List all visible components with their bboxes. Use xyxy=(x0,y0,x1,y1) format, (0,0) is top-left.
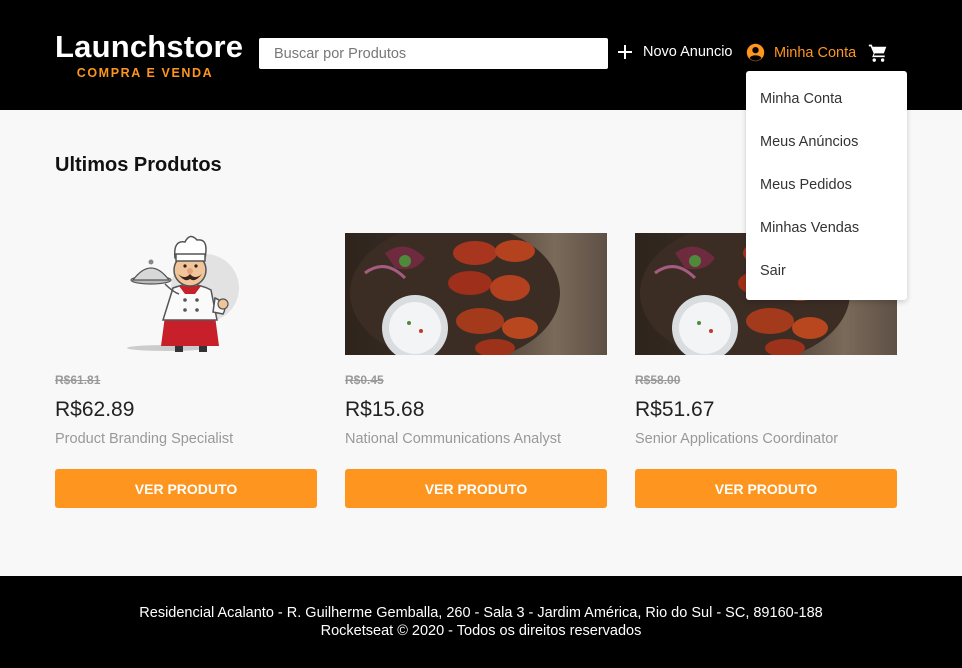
section-title: Ultimos Produtos xyxy=(55,154,222,176)
product-name[interactable]: Senior Applications Coordinator xyxy=(635,431,897,447)
logo-subtitle: COMPRA E VENDA xyxy=(76,66,214,80)
old-price: R$58.00 xyxy=(635,373,681,387)
account-dropdown: Minha Conta Meus Anúncios Meus Pedidos M… xyxy=(746,71,907,300)
price: R$15.68 xyxy=(345,398,425,421)
product-image[interactable] xyxy=(345,233,607,355)
chicken-wings-photo xyxy=(345,233,607,355)
search-input[interactable] xyxy=(259,38,608,69)
shopping-cart-icon[interactable] xyxy=(868,43,888,63)
footer-address: Residencial Acalanto - R. Guilherme Gemb… xyxy=(139,605,823,621)
dropdown-item-minhas-vendas[interactable]: Minhas Vendas xyxy=(746,207,907,250)
view-product-button[interactable]: VER PRODUTO xyxy=(345,469,607,508)
dropdown-item-sair[interactable]: Sair xyxy=(746,250,907,293)
plus-icon xyxy=(618,45,632,59)
product-name[interactable]: National Communications Analyst xyxy=(345,431,607,447)
new-ad-label: Novo Anuncio xyxy=(643,44,733,60)
new-ad-link[interactable]: Novo Anuncio xyxy=(617,44,732,60)
footer: Residencial Acalanto - R. Guilherme Gemb… xyxy=(0,576,962,668)
view-product-button[interactable]: VER PRODUTO xyxy=(55,469,317,508)
price: R$51.67 xyxy=(635,398,715,421)
view-product-button[interactable]: VER PRODUTO xyxy=(635,469,897,508)
product-card: R$61.81 R$62.89 Product Branding Special… xyxy=(55,222,317,508)
account-menu-trigger[interactable]: Minha Conta xyxy=(746,43,856,62)
account-circle-icon xyxy=(746,43,765,62)
dropdown-item-meus-anuncios[interactable]: Meus Anúncios xyxy=(746,121,907,164)
product-name[interactable]: Product Branding Specialist xyxy=(55,431,317,447)
footer-copyright: Rocketseat © 2020 - Todos os direitos re… xyxy=(320,623,642,639)
old-price: R$0.45 xyxy=(345,373,384,387)
logo[interactable]: Launchstore COMPRA E VENDA xyxy=(55,29,244,81)
old-price: R$61.81 xyxy=(55,373,101,387)
account-label: Minha Conta xyxy=(774,44,857,61)
dropdown-item-minha-conta[interactable]: Minha Conta xyxy=(746,78,907,121)
product-card: R$0.45 R$15.68 National Communications A… xyxy=(345,222,607,508)
price: R$62.89 xyxy=(55,398,135,421)
dropdown-item-meus-pedidos[interactable]: Meus Pedidos xyxy=(746,164,907,207)
chef-illustration xyxy=(127,235,239,352)
product-image[interactable] xyxy=(55,222,317,355)
logo-title: Launchstore xyxy=(55,29,244,64)
